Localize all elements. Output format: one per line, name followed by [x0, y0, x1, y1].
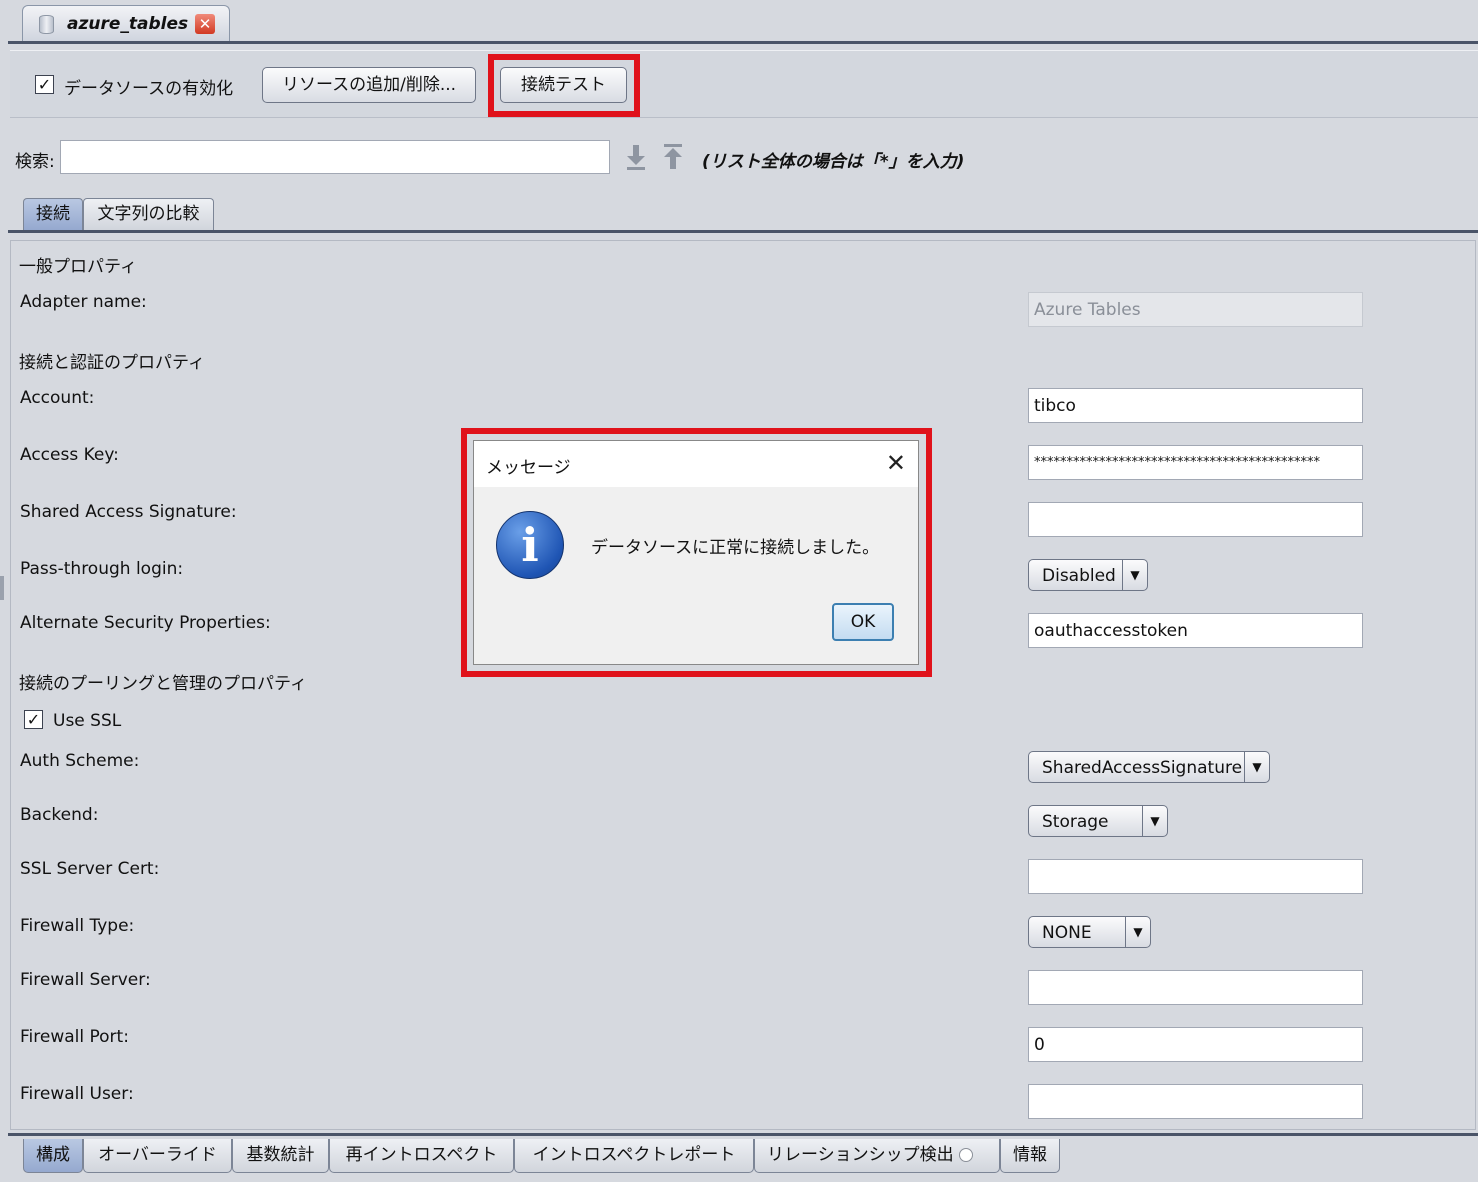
use-ssl-checkbox[interactable]: ✓ — [24, 710, 43, 729]
firewall-server-field[interactable] — [1028, 970, 1363, 1005]
tab-divider — [8, 41, 1478, 44]
enable-datasource-label: データソースの有効化 — [64, 79, 234, 99]
message-dialog: メッセージ ✕ i データソースに正常に接続しました。 OK — [473, 440, 919, 665]
section-pooling: 接続のプーリングと管理のプロパティ — [19, 674, 307, 694]
account-field[interactable]: tibco — [1028, 388, 1363, 423]
firewall-user-field[interactable] — [1028, 1084, 1363, 1119]
sas-label: Shared Access Signature: — [20, 502, 237, 522]
chevron-down-icon: ▼ — [1122, 560, 1147, 590]
access-key-field[interactable]: ****************************************… — [1028, 445, 1363, 480]
adapter-name-label: Adapter name: — [20, 292, 147, 312]
passthrough-label: Pass-through login: — [20, 559, 184, 579]
chevron-down-icon: ▼ — [1142, 806, 1167, 836]
firewall-server-label: Firewall Server: — [20, 970, 151, 990]
tab-relationship-label: リレーションシップ検出 — [767, 1145, 954, 1165]
auth-scheme-value: SharedAccessSignature — [1042, 758, 1243, 778]
section-general: 一般プロパティ — [19, 257, 137, 277]
firewall-type-value: NONE — [1042, 923, 1092, 943]
dialog-title: メッセージ — [486, 458, 571, 478]
alt-security-field[interactable]: oauthaccesstoken — [1028, 613, 1363, 648]
subtab-divider — [8, 230, 1478, 233]
bottom-divider — [8, 1133, 1478, 1136]
search-input[interactable] — [60, 140, 610, 174]
firewall-type-select[interactable]: NONE ▼ — [1028, 916, 1151, 948]
database-icon — [39, 15, 54, 34]
backend-label: Backend: — [20, 805, 99, 825]
passthrough-value: Disabled — [1042, 566, 1116, 586]
chevron-down-icon: ▼ — [1244, 752, 1269, 782]
editor-tab-title: azure_tables — [67, 14, 189, 34]
auth-scheme-select[interactable]: SharedAccessSignature ▼ — [1028, 751, 1270, 783]
account-label: Account: — [20, 388, 95, 408]
backend-value: Storage — [1042, 812, 1109, 832]
ssl-cert-field[interactable] — [1028, 859, 1363, 894]
adapter-name-field: Azure Tables — [1028, 292, 1363, 327]
ok-button[interactable]: OK — [832, 603, 894, 641]
alt-security-label: Alternate Security Properties: — [20, 613, 271, 633]
tab-introspect-report[interactable]: イントロスペクトレポート — [514, 1139, 754, 1173]
info-icon: i — [496, 511, 564, 579]
firewall-port-label: Firewall Port: — [20, 1027, 129, 1047]
firewall-user-label: Firewall User: — [20, 1084, 134, 1104]
add-remove-resources-button[interactable]: リソースの追加/削除... — [262, 67, 476, 103]
tab-info[interactable]: 情報 — [1000, 1139, 1060, 1173]
enable-datasource-checkbox[interactable]: ✓ — [35, 75, 54, 94]
upload-icon[interactable] — [661, 143, 685, 171]
search-hint: (リスト全体の場合は「*」を入力) — [702, 152, 965, 172]
access-key-label: Access Key: — [20, 445, 119, 465]
tab-cardinality[interactable]: 基数統計 — [232, 1139, 329, 1173]
firewall-type-label: Firewall Type: — [20, 916, 135, 936]
sas-field[interactable] — [1028, 502, 1363, 537]
download-icon[interactable] — [624, 143, 648, 171]
backend-select[interactable]: Storage ▼ — [1028, 805, 1168, 837]
chevron-down-icon: ▼ — [1125, 917, 1150, 947]
use-ssl-label: Use SSL — [53, 711, 122, 731]
section-auth: 接続と認証のプロパティ — [19, 353, 205, 373]
test-connection-button[interactable]: 接続テスト — [500, 67, 627, 103]
radio-indicator-icon — [959, 1148, 974, 1162]
close-icon[interactable]: ✕ — [195, 14, 215, 34]
auth-scheme-label: Auth Scheme: — [20, 751, 140, 771]
tab-string-compare[interactable]: 文字列の比較 — [83, 198, 214, 230]
ssl-cert-label: SSL Server Cert: — [20, 859, 160, 879]
splitter-handle[interactable] — [0, 576, 4, 600]
search-label: 検索: — [15, 152, 55, 172]
tab-override[interactable]: オーバーライド — [83, 1139, 232, 1173]
firewall-port-field[interactable]: 0 — [1028, 1027, 1363, 1062]
editor-tab[interactable]: azure_tables ✕ — [22, 5, 230, 42]
tab-relationship-discovery[interactable]: リレーションシップ検出 — [754, 1139, 1000, 1173]
dialog-titlebar: メッセージ ✕ — [474, 441, 918, 487]
tab-connection[interactable]: 接続 — [23, 198, 83, 230]
tab-configuration[interactable]: 構成 — [23, 1139, 83, 1173]
passthrough-select[interactable]: Disabled ▼ — [1028, 559, 1148, 591]
close-icon[interactable]: ✕ — [886, 449, 906, 477]
dialog-message: データソースに正常に接続しました。 — [591, 538, 880, 558]
tab-reintrospect[interactable]: 再イントロスペクト — [329, 1139, 514, 1173]
